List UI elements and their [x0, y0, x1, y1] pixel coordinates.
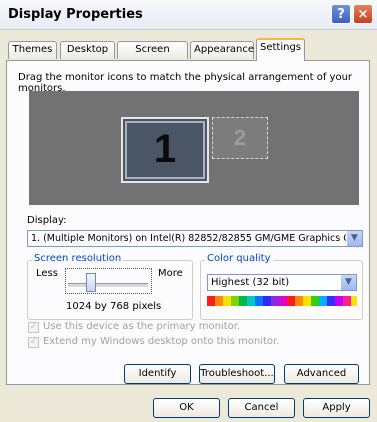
- help-button[interactable]: ?: [331, 4, 351, 24]
- tab-screen-saver[interactable]: Screen Saver: [117, 41, 188, 71]
- resolution-slider-thumb[interactable]: [86, 273, 96, 292]
- display-dropdown[interactable]: 1. (Multiple Monitors) on Intel(R) 82852…: [27, 230, 363, 247]
- advanced-button[interactable]: Advanced: [284, 364, 359, 384]
- monitor-2-icon[interactable]: 2: [212, 117, 268, 159]
- chevron-down-icon[interactable]: ▼: [340, 275, 356, 290]
- resolution-value: 1024 by 768 pixels: [66, 301, 162, 312]
- resolution-less-label: Less: [36, 268, 58, 279]
- apply-button[interactable]: Apply: [303, 398, 370, 418]
- color-quality-value: Highest (32 bit): [211, 277, 290, 288]
- monitor-1-icon[interactable]: 1: [121, 117, 209, 183]
- resolution-slider-focus: [65, 268, 152, 294]
- primary-monitor-label: Use this device as the primary monitor.: [43, 321, 241, 332]
- monitor-2-label: 2: [233, 125, 247, 150]
- monitor-1-bezel: [125, 121, 205, 179]
- check-icon[interactable]: ✓: [28, 337, 39, 348]
- resolution-slider-track[interactable]: [68, 283, 148, 288]
- cancel-button[interactable]: Cancel: [228, 398, 295, 418]
- tab-settings[interactable]: Settings: [256, 38, 305, 61]
- troubleshoot-button[interactable]: Troubleshoot...: [199, 364, 275, 384]
- chevron-down-icon[interactable]: ▼: [346, 231, 362, 246]
- close-button[interactable]: ×: [353, 4, 373, 24]
- resolution-more-label: More: [158, 268, 183, 279]
- identify-button[interactable]: Identify: [124, 364, 191, 384]
- title-bar[interactable]: Display Properties ? ×: [0, 0, 377, 30]
- check-icon[interactable]: ✓: [28, 322, 39, 333]
- window-title: Display Properties: [8, 7, 143, 22]
- color-spectrum-bar: [207, 296, 357, 306]
- tab-desktop[interactable]: Desktop: [60, 41, 115, 59]
- color-quality-label: Color quality: [205, 253, 273, 264]
- tab-themes[interactable]: Themes: [8, 41, 57, 59]
- display-label: Display:: [27, 215, 67, 226]
- display-dropdown-value: 1. (Multiple Monitors) on Intel(R) 82852…: [31, 233, 362, 244]
- color-quality-dropdown[interactable]: Highest (32 bit) ▼: [207, 274, 357, 291]
- extend-desktop-label: Extend my Windows desktop onto this moni…: [43, 336, 280, 347]
- screen-resolution-label: Screen resolution: [32, 253, 124, 264]
- ok-button[interactable]: OK: [153, 398, 220, 418]
- tab-appearance[interactable]: Appearance: [190, 41, 254, 59]
